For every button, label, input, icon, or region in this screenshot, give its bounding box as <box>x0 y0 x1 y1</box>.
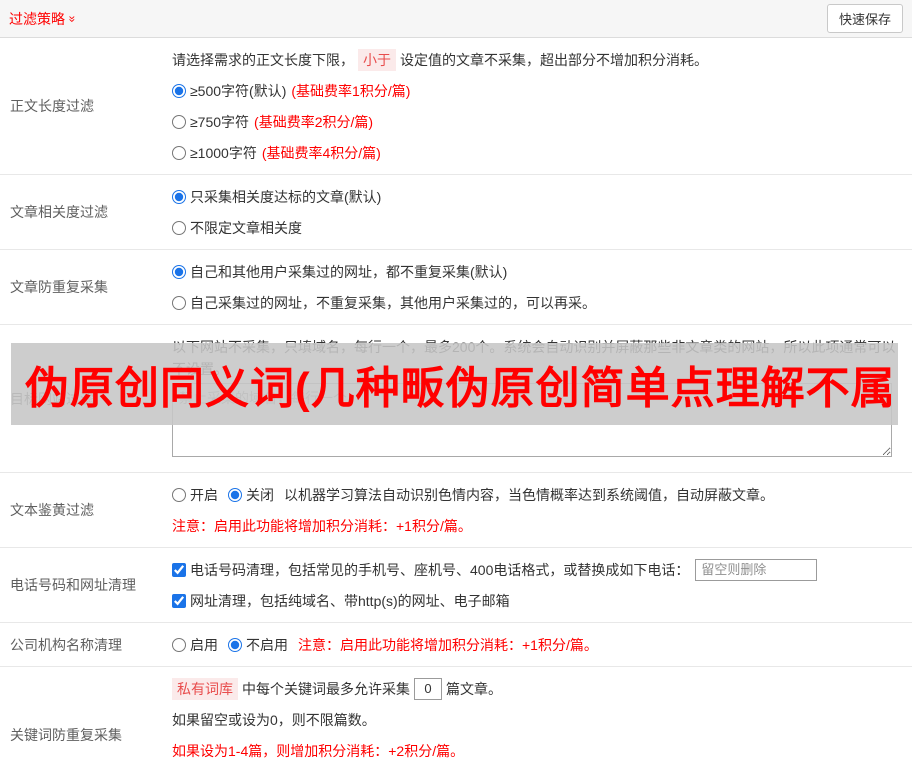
row-company-name-cleanup: 公司机构名称清理 启用 不启用 注意：启用此功能将增加积分消耗：+1积分/篇。 <box>0 623 912 667</box>
row-body-length-filter: 正文长度过滤 请选择需求的正文长度下限， 小于 设定值的文章不采集，超出部分不增… <box>0 38 912 175</box>
length-500-label: ≥500字符(默认) <box>190 82 287 99</box>
row-label: 正文长度过滤 <box>10 98 94 114</box>
body-length-intro: 请选择需求的正文长度下限， 小于 设定值的文章不采集，超出部分不增加积分消耗。 <box>172 44 904 75</box>
length-750-radio[interactable] <box>172 114 186 129</box>
intro-text-post: 设定值的文章不采集，超出部分不增加积分消耗。 <box>400 51 708 68</box>
dedup-self-label: 自己采集过的网址，不重复采集，其他用户采集过的，可以再采。 <box>190 294 596 311</box>
row-content: 启用 不启用 注意：启用此功能将增加积分消耗：+1积分/篇。 <box>172 623 912 666</box>
relevance-strict-radio[interactable] <box>172 189 186 204</box>
porn-filter-on-option[interactable]: 开启 <box>172 485 218 505</box>
row-target-site-filter: 目标网站过滤 以下网站不采集，只填域名，每行一个，最多200个。系统会自动识别并… <box>0 325 912 473</box>
company-disable-radio[interactable] <box>228 637 242 652</box>
length-500-fee-note: (基础费率1积分/篇) <box>291 82 411 99</box>
row-label: 关键词防重复采集 <box>10 727 122 743</box>
dedup-global-label: 自己和其他用户采集过的网址，都不重复采集(默认) <box>190 263 508 280</box>
length-1000-radio[interactable] <box>172 145 186 160</box>
row-label: 文本鉴黄过滤 <box>10 502 94 518</box>
target-site-description: 以下网站不采集，只填域名，每行一个，最多200个。系统会自动识别并屏蔽那些非文章… <box>172 339 896 377</box>
company-disable-label: 不启用 <box>246 636 288 653</box>
row-label: 目标网站过滤 <box>10 390 94 407</box>
porn-filter-cost-note: 注意：启用此功能将增加积分消耗：+1积分/篇。 <box>172 517 472 534</box>
less-than-highlight: 小于 <box>358 48 396 71</box>
relevance-option-strict[interactable]: 只采集相关度达标的文章(默认) <box>172 181 904 212</box>
blocked-domains-textarea[interactable] <box>172 383 892 457</box>
row-content: 只采集相关度达标的文章(默认) 不限定文章相关度 <box>172 175 912 249</box>
keyword-limit-text: 中每个关键词最多允许采集 <box>242 680 410 697</box>
row-keyword-dedup: 关键词防重复采集 私有词库 中每个关键词最多允许采集 篇文章。 如果留空或设为0… <box>0 667 912 768</box>
header-bar: 过滤策略 » 快速保存 <box>0 0 912 38</box>
porn-on-radio[interactable] <box>172 487 186 502</box>
quick-save-button[interactable]: 快速保存 <box>826 4 903 33</box>
porn-filter-off-option[interactable]: 关闭 <box>228 485 274 505</box>
row-label: 公司机构名称清理 <box>10 636 122 653</box>
row-content: 请选择需求的正文长度下限， 小于 设定值的文章不采集，超出部分不增加积分消耗。 … <box>172 38 912 174</box>
porn-filter-description: 以机器学习算法自动识别色情内容，当色情概率达到系统阈值，自动屏蔽文章。 <box>284 486 774 503</box>
length-option-500[interactable]: ≥500字符(默认) (基础费率1积分/篇) <box>172 75 904 106</box>
chevron-down-icon: » <box>65 15 80 22</box>
row-content: 私有词库 中每个关键词最多允许采集 篇文章。 如果留空或设为0，则不限篇数。 如… <box>172 667 912 768</box>
intro-text-pre: 请选择需求的正文长度下限， <box>172 51 354 68</box>
row-porn-filter: 文本鉴黄过滤 开启 关闭 以机器学习算法自动识别色情内容，当色情概率达到系统阈值… <box>0 473 912 548</box>
row-content: 电话号码清理，包括常见的手机号、座机号、400电话格式，或替换成如下电话： 网址… <box>172 548 912 622</box>
row-phone-url-cleanup: 电话号码和网址清理 电话号码清理，包括常见的手机号、座机号、400电话格式，或替… <box>0 548 912 623</box>
porn-on-label: 开启 <box>190 486 218 503</box>
filter-strategy-page: 过滤策略 » 快速保存 正文长度过滤 请选择需求的正文长度下限， 小于 设定值的… <box>0 0 912 768</box>
keyword-limit-suffix: 篇文章。 <box>446 680 502 697</box>
length-500-radio[interactable] <box>172 83 186 98</box>
company-cleanup-enable-option[interactable]: 启用 <box>172 635 218 655</box>
dedup-self-radio[interactable] <box>172 295 186 310</box>
relevance-any-label: 不限定文章相关度 <box>190 219 302 236</box>
dedup-option-global[interactable]: 自己和其他用户采集过的网址，都不重复采集(默认) <box>172 256 904 287</box>
company-cleanup-cost-note: 注意：启用此功能将增加积分消耗：+1积分/篇。 <box>298 636 598 653</box>
url-cleanup-checkbox[interactable] <box>172 593 186 608</box>
relevance-any-radio[interactable] <box>172 220 186 235</box>
replacement-phone-input[interactable] <box>695 558 818 581</box>
length-option-1000[interactable]: ≥1000字符 (基础费率4积分/篇) <box>172 137 904 168</box>
keyword-max-count-input[interactable] <box>414 677 442 700</box>
company-enable-radio[interactable] <box>172 637 186 652</box>
relevance-option-any[interactable]: 不限定文章相关度 <box>172 212 904 243</box>
dedup-option-self[interactable]: 自己采集过的网址，不重复采集，其他用户采集过的，可以再采。 <box>172 287 904 318</box>
page-title-toggle[interactable]: 过滤策略 » <box>9 9 80 29</box>
company-cleanup-disable-option[interactable]: 不启用 <box>228 635 288 655</box>
keyword-zero-note: 如果留空或设为0，则不限篇数。 <box>172 711 376 728</box>
phone-cleanup-label: 电话号码清理，包括常见的手机号、座机号、400电话格式，或替换成如下电话： <box>190 561 690 578</box>
porn-off-radio[interactable] <box>228 487 242 502</box>
row-label: 文章相关度过滤 <box>10 204 108 220</box>
page-title: 过滤策略 <box>9 10 65 27</box>
phone-cleanup-option[interactable]: 电话号码清理，包括常见的手机号、座机号、400电话格式，或替换成如下电话： <box>172 560 689 580</box>
url-cleanup-option[interactable]: 网址清理，包括纯域名、带http(s)的网址、电子邮箱 <box>172 591 510 611</box>
dedup-global-radio[interactable] <box>172 264 186 279</box>
private-lexicon-link[interactable]: 私有词库 <box>172 677 238 700</box>
length-1000-label: ≥1000字符 <box>190 144 257 161</box>
row-label: 文章防重复采集 <box>10 279 108 295</box>
url-cleanup-label: 网址清理，包括纯域名、带http(s)的网址、电子邮箱 <box>190 592 510 609</box>
row-content: 自己和其他用户采集过的网址，都不重复采集(默认) 自己采集过的网址，不重复采集，… <box>172 250 912 324</box>
length-option-750[interactable]: ≥750字符 (基础费率2积分/篇) <box>172 106 904 137</box>
length-750-fee-note: (基础费率2积分/篇) <box>254 113 374 130</box>
row-content: 以下网站不采集，只填域名，每行一个，最多200个。系统会自动识别并屏蔽那些非文章… <box>172 325 912 472</box>
company-enable-label: 启用 <box>190 636 218 653</box>
relevance-strict-label: 只采集相关度达标的文章(默认) <box>190 188 382 205</box>
phone-cleanup-checkbox[interactable] <box>172 562 186 577</box>
keyword-cost-note: 如果设为1-4篇，则增加积分消耗：+2积分/篇。 <box>172 742 465 759</box>
length-750-label: ≥750字符 <box>190 113 250 130</box>
row-label: 电话号码和网址清理 <box>10 577 136 593</box>
row-content: 开启 关闭 以机器学习算法自动识别色情内容，当色情概率达到系统阈值，自动屏蔽文章… <box>172 473 912 547</box>
row-relevance-filter: 文章相关度过滤 只采集相关度达标的文章(默认) 不限定文章相关度 <box>0 175 912 250</box>
porn-off-label: 关闭 <box>246 486 274 503</box>
row-dedup-collection: 文章防重复采集 自己和其他用户采集过的网址，都不重复采集(默认) 自己采集过的网… <box>0 250 912 325</box>
length-1000-fee-note: (基础费率4积分/篇) <box>261 144 381 161</box>
